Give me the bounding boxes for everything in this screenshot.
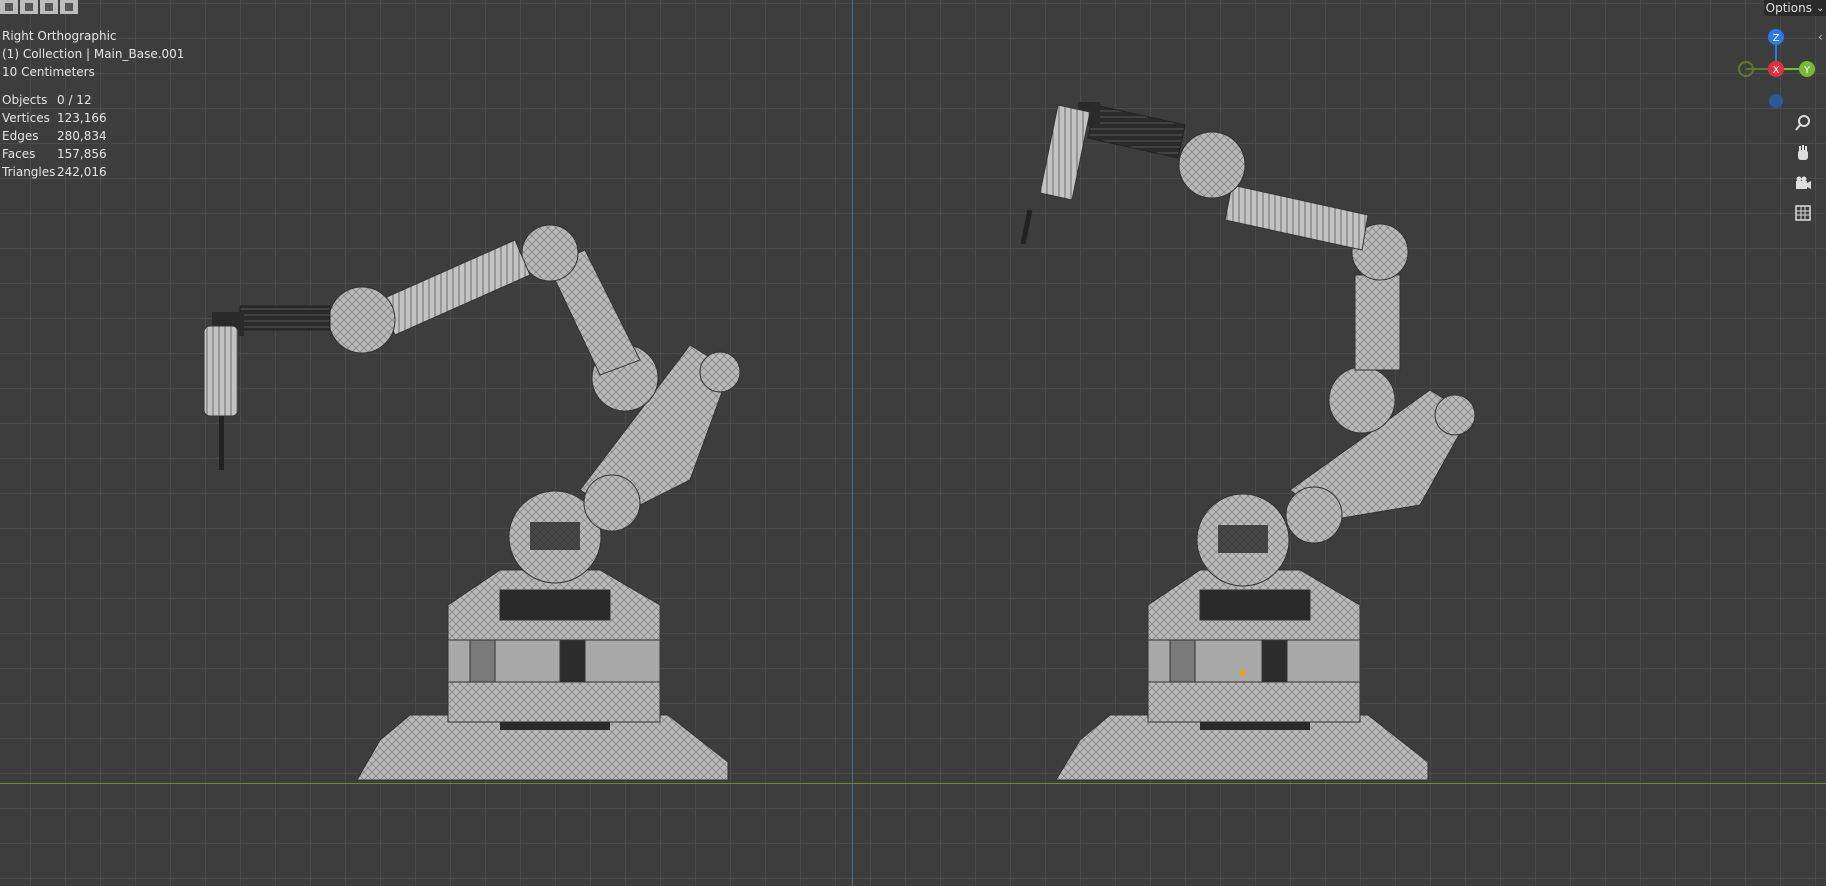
gizmo-x-label: X: [1773, 65, 1780, 76]
grid-scale: 10 Centimeters: [2, 65, 95, 79]
stat-value: 157,856: [57, 147, 107, 161]
options-button[interactable]: Options ⌄: [1764, 0, 1826, 16]
stat-label: Objects: [2, 93, 48, 107]
stat-label: Edges: [2, 129, 39, 143]
collection-label: (1) Collection | Main_Base.001: [2, 47, 185, 61]
scene-statistics: Objects 0 / 12 Vertices 123,166 Edges 28…: [2, 91, 107, 181]
select-box-icon[interactable]: [0, 0, 18, 14]
zoom-icon[interactable]: [1790, 110, 1816, 136]
stat-row-triangles: Triangles 242,016: [2, 163, 107, 181]
chevron-down-icon: ⌄: [1815, 2, 1825, 14]
view-name: Right Orthographic: [2, 29, 117, 43]
stat-value: 123,166: [57, 111, 107, 125]
navigation-gizmo[interactable]: Z X Y: [1726, 24, 1826, 114]
stat-row-faces: Faces 157,856: [2, 145, 107, 163]
hand-pan-icon[interactable]: [1790, 140, 1816, 166]
select-mode-icon[interactable]: [20, 0, 38, 14]
stat-row-vertices: Vertices 123,166: [2, 109, 107, 127]
3d-viewport[interactable]: Right Orthographic (1) Collection | Main…: [0, 0, 1826, 886]
robot-arm-models[interactable]: [0, 0, 1826, 886]
header-tool-icons: [0, 0, 78, 14]
options-label: Options: [1765, 1, 1812, 15]
stat-label: Faces: [2, 147, 36, 161]
stat-row-edges: Edges 280,834: [2, 127, 107, 145]
stat-label: Triangles: [2, 165, 56, 179]
grid-ortho-icon[interactable]: [1790, 200, 1816, 226]
gizmo-y-label: Y: [1803, 65, 1811, 76]
viewport-info: Right Orthographic (1) Collection | Main…: [2, 27, 184, 81]
gizmo-neg-z-axis[interactable]: [1769, 94, 1783, 108]
robot-arm-right[interactable]: [1020, 102, 1476, 781]
select-mode-icon-2[interactable]: [40, 0, 58, 14]
stat-row-objects: Objects 0 / 12: [2, 91, 107, 109]
robot-arm-left[interactable]: [203, 224, 741, 781]
select-mode-icon-3[interactable]: [60, 0, 78, 14]
stat-label: Vertices: [2, 111, 50, 125]
stat-value: 0 / 12: [57, 93, 92, 107]
stat-value: 242,016: [57, 165, 107, 179]
stat-value: 280,834: [57, 129, 107, 143]
gizmo-z-label: Z: [1773, 33, 1780, 44]
camera-icon[interactable]: [1790, 170, 1816, 196]
